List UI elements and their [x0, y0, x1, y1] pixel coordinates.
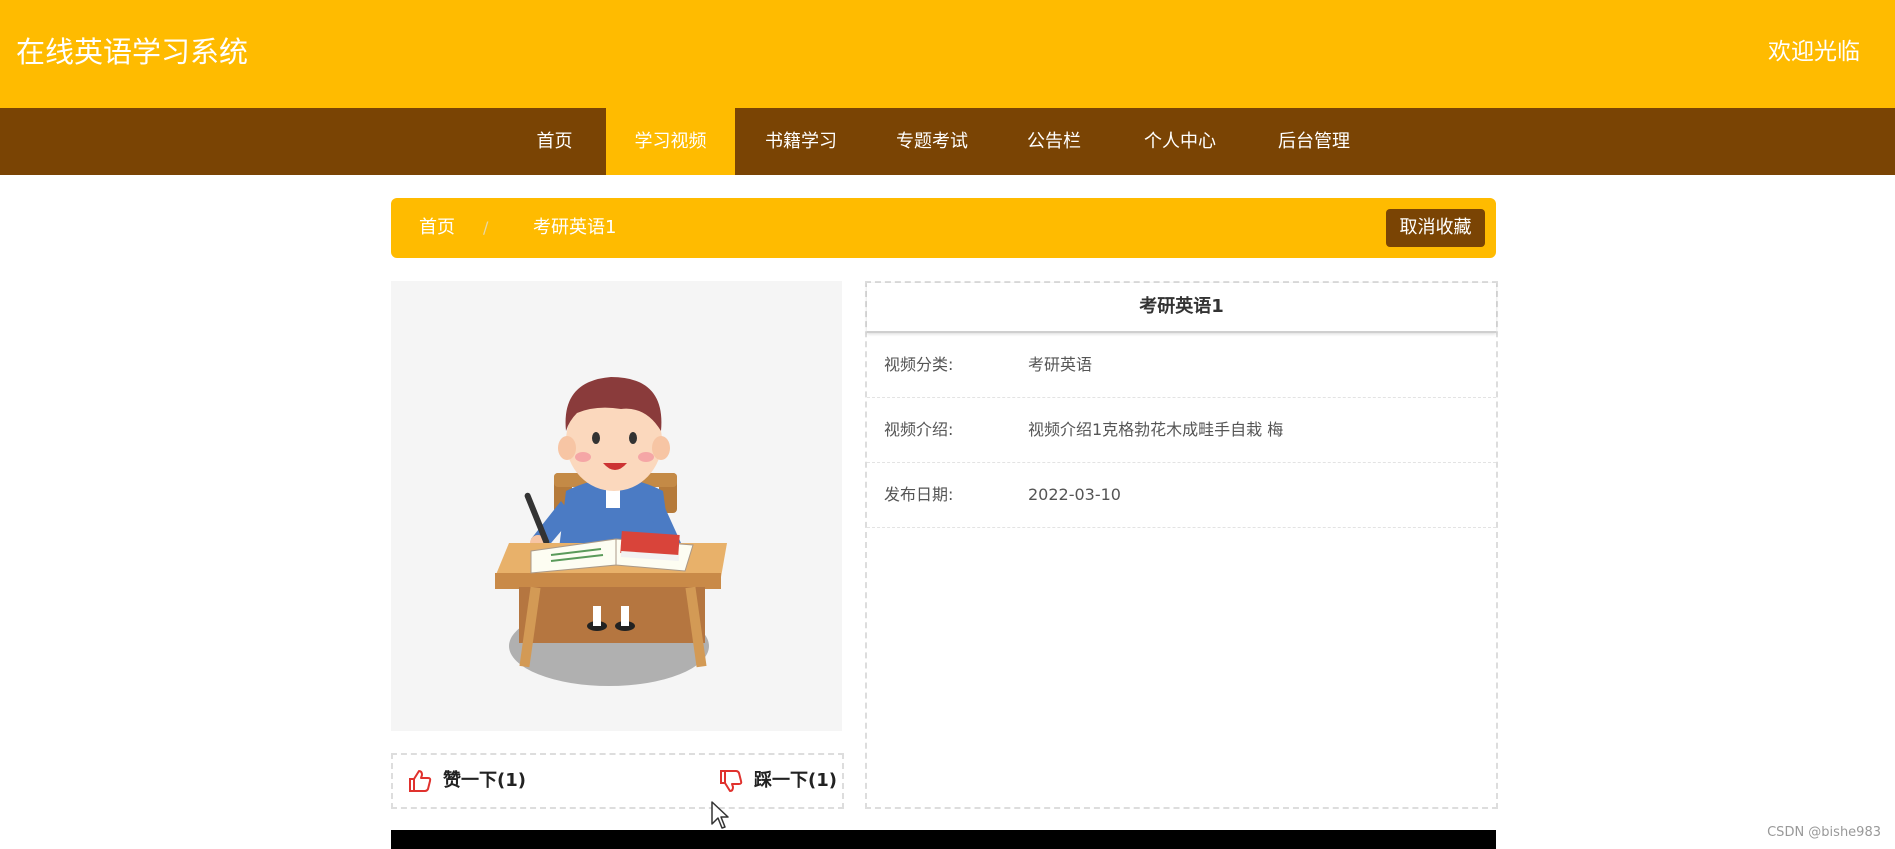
- detail-title: 考研英语1: [867, 283, 1496, 333]
- like-button[interactable]: 赞一下(1): [407, 755, 526, 807]
- nav-item-notice-board[interactable]: 公告栏: [1013, 108, 1095, 175]
- detail-value: 考研英语: [1028, 355, 1093, 374]
- dislike-button[interactable]: 踩一下(1): [718, 755, 837, 807]
- detail-label: 视频介绍:: [884, 420, 954, 439]
- video-detail-panel: 考研英语1 视频分类: 考研英语 视频介绍: 视频介绍1克格勃花木成畦手自栽 梅…: [865, 281, 1498, 809]
- nav-item-personal-center[interactable]: 个人中心: [1129, 108, 1231, 175]
- site-title: 在线英语学习系统: [16, 35, 249, 69]
- detail-row-introduction: 视频介绍: 视频介绍1克格勃花木成畦手自栽 梅: [867, 398, 1496, 463]
- detail-value: 视频介绍1克格勃花木成畦手自栽 梅: [1028, 420, 1284, 439]
- breadcrumb-current: 考研英语1: [533, 217, 617, 238]
- breadcrumb-separator: /: [483, 218, 489, 237]
- detail-label: 视频分类:: [884, 355, 954, 374]
- nav-item-study-videos[interactable]: 学习视频: [606, 108, 735, 175]
- dislike-count-label: 踩一下(1): [754, 770, 837, 791]
- like-count-label: 赞一下(1): [443, 770, 526, 791]
- nav-item-admin[interactable]: 后台管理: [1263, 108, 1365, 175]
- breadcrumb: 首页 / 考研英语1 取消收藏: [391, 198, 1496, 258]
- detail-value: 2022-03-10: [1028, 485, 1121, 504]
- detail-label: 发布日期:: [884, 485, 954, 504]
- nav-item-books[interactable]: 书籍学习: [750, 108, 852, 175]
- watermark: CSDN @bishe983: [1767, 825, 1881, 840]
- welcome-text: 欢迎光临: [1768, 39, 1860, 65]
- uncollect-button[interactable]: 取消收藏: [1386, 209, 1485, 247]
- vote-box: 赞一下(1) 踩一下(1): [391, 753, 844, 809]
- detail-row-publish-date: 发布日期: 2022-03-10: [867, 463, 1496, 528]
- nav-item-exams[interactable]: 专题考试: [881, 108, 983, 175]
- thumbs-down-icon: [720, 770, 743, 792]
- video-player-area[interactable]: [391, 830, 1496, 849]
- nav-item-home[interactable]: 首页: [518, 108, 591, 175]
- main-nav: 首页 学习视频 书籍学习 专题考试 公告栏 个人中心 后台管理: [0, 108, 1895, 175]
- student-studying-illustration: [495, 377, 727, 686]
- video-cover-image: [391, 281, 842, 731]
- detail-row-category: 视频分类: 考研英语: [867, 333, 1496, 398]
- mouse-cursor-icon: [711, 801, 729, 829]
- thumbs-up-icon: [409, 770, 432, 792]
- site-header: 在线英语学习系统 欢迎光临: [0, 0, 1895, 108]
- breadcrumb-home-link[interactable]: 首页: [419, 198, 455, 258]
